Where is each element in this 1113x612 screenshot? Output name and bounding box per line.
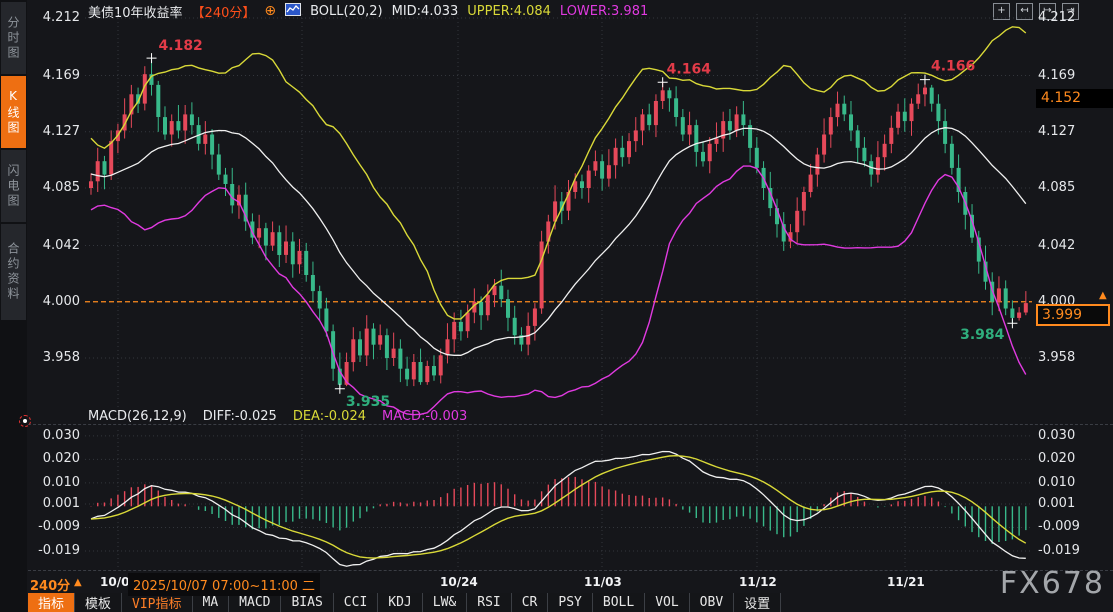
macd-axis-tick-left: -0.009 <box>30 519 80 534</box>
toolbar-item-cr[interactable]: CR <box>512 593 549 612</box>
price-axis-tick-left: 3.958 <box>30 350 80 365</box>
price-axis-tick-right: 4.212 <box>1038 10 1108 25</box>
macd-label: MACD(26,12,9) <box>88 409 187 424</box>
axis-separator <box>28 570 1113 571</box>
macd-axis-tick-left: 0.010 <box>30 475 80 490</box>
svg-text:4.166: 4.166 <box>931 59 975 75</box>
macd-header: MACD(26,12,9) DIFF:-0.025 DEA:-0.024 MAC… <box>88 409 467 424</box>
toolbar-item-[interactable]: 设置 <box>734 593 781 612</box>
macd-axis-tick-left: 0.020 <box>30 451 80 466</box>
price-candlestick-chart[interactable]: 4.182 4.164 4.166 3.935 3.984 <box>85 8 1032 418</box>
toolbar-item-lw[interactable]: LW& <box>423 593 467 612</box>
date-axis-label: 10/24 <box>440 575 478 589</box>
fx678-watermark: FX678 <box>1000 566 1105 601</box>
macd-axis-tick-right: 0.020 <box>1038 451 1108 466</box>
date-axis-label: 11/21 <box>887 575 925 589</box>
toolbar-item-rsi[interactable]: RSI <box>467 593 511 612</box>
price-axis-tick-left: 4.212 <box>30 10 80 25</box>
alert-target-icon[interactable] <box>19 415 31 427</box>
svg-text:3.935: 3.935 <box>346 394 390 410</box>
macd-axis-tick-right: 0.010 <box>1038 475 1108 490</box>
toolbar-item-psy[interactable]: PSY <box>548 593 592 612</box>
toolbar-item-[interactable]: 模板 <box>75 593 122 612</box>
toolbar-item-vol[interactable]: VOL <box>645 593 689 612</box>
macd-axis-tick-right: 0.001 <box>1038 496 1108 511</box>
price-axis-tick-right: 4.127 <box>1038 124 1108 139</box>
macd-axis-tick-left: 0.030 <box>30 428 80 443</box>
price-axis-tick-right: 4.085 <box>1038 180 1108 195</box>
svg-text:4.182: 4.182 <box>159 38 203 54</box>
macd-axis-tick-right: -0.009 <box>1038 519 1108 534</box>
toolbar-item-cci[interactable]: CCI <box>334 593 378 612</box>
macd-indicator-chart[interactable] <box>85 428 1032 570</box>
toolbar-item-kdj[interactable]: KDJ <box>378 593 422 612</box>
date-axis-label: 11/12 <box>739 575 777 589</box>
sidebar-tab-time-chart[interactable]: 分时图 <box>1 2 26 74</box>
chart-application-window: 分时图 K线图 闪电图 合约资料 美债10年收益率 【240分】 ⊕ BOLL(… <box>0 0 1113 612</box>
last-price-tag: 4.152 <box>1036 89 1113 108</box>
price-axis-tick-right: 4.169 <box>1038 68 1108 83</box>
svg-text:4.164: 4.164 <box>667 61 712 77</box>
macd-dea-value: DEA:-0.024 <box>293 409 366 424</box>
macd-axis-tick-right: 0.030 <box>1038 428 1108 443</box>
sidebar-tab-contract-info[interactable]: 合约资料 <box>1 224 26 320</box>
price-axis-tick-right: 3.958 <box>1038 350 1108 365</box>
sidebar-tab-kline-chart[interactable]: K线图 <box>1 76 26 148</box>
toolbar-item-[interactable]: 指标 <box>28 593 75 612</box>
current-price-tag: 3.999 <box>1036 304 1110 326</box>
macd-axis-tick-left: -0.019 <box>30 543 80 558</box>
date-axis-label: 11/03 <box>584 575 622 589</box>
macd-axis-tick-left: 0.001 <box>30 496 80 511</box>
toolbar-item-obv[interactable]: OBV <box>690 593 734 612</box>
price-axis-tick-left: 4.127 <box>30 124 80 139</box>
sidebar-tab-flash-chart[interactable]: 闪电图 <box>1 150 26 222</box>
left-sidebar: 分时图 K线图 闪电图 合约资料 <box>0 0 27 612</box>
price-axis-tick-right: 4.042 <box>1038 238 1108 253</box>
period-label[interactable]: 240分 <box>30 575 70 594</box>
price-axis-tick-left: 4.000 <box>30 294 80 309</box>
price-axis-tick-left: 4.085 <box>30 180 80 195</box>
toolbar-item-boll[interactable]: BOLL <box>593 593 645 612</box>
svg-text:3.984: 3.984 <box>960 327 1005 343</box>
pane-separator <box>28 424 1113 425</box>
bar-datetime-tooltip: 2025/10/07 07:00~11:00 二 <box>128 573 320 596</box>
macd-macd-value: MACD:-0.003 <box>382 409 467 424</box>
date-axis-label: 10/0 <box>100 575 129 589</box>
price-axis-tick-left: 4.042 <box>30 238 80 253</box>
time-axis: 240分 ▲ 2025/10/07 07:00~11:00 二 10/0510/… <box>0 572 1113 592</box>
period-dropdown-arrow-icon[interactable]: ▲ <box>74 577 82 588</box>
price-axis-tick-left: 4.169 <box>30 68 80 83</box>
macd-axis-tick-right: -0.019 <box>1038 543 1108 558</box>
macd-diff-value: DIFF:-0.025 <box>203 409 277 424</box>
price-up-arrow-icon: ▲ <box>1099 290 1107 301</box>
